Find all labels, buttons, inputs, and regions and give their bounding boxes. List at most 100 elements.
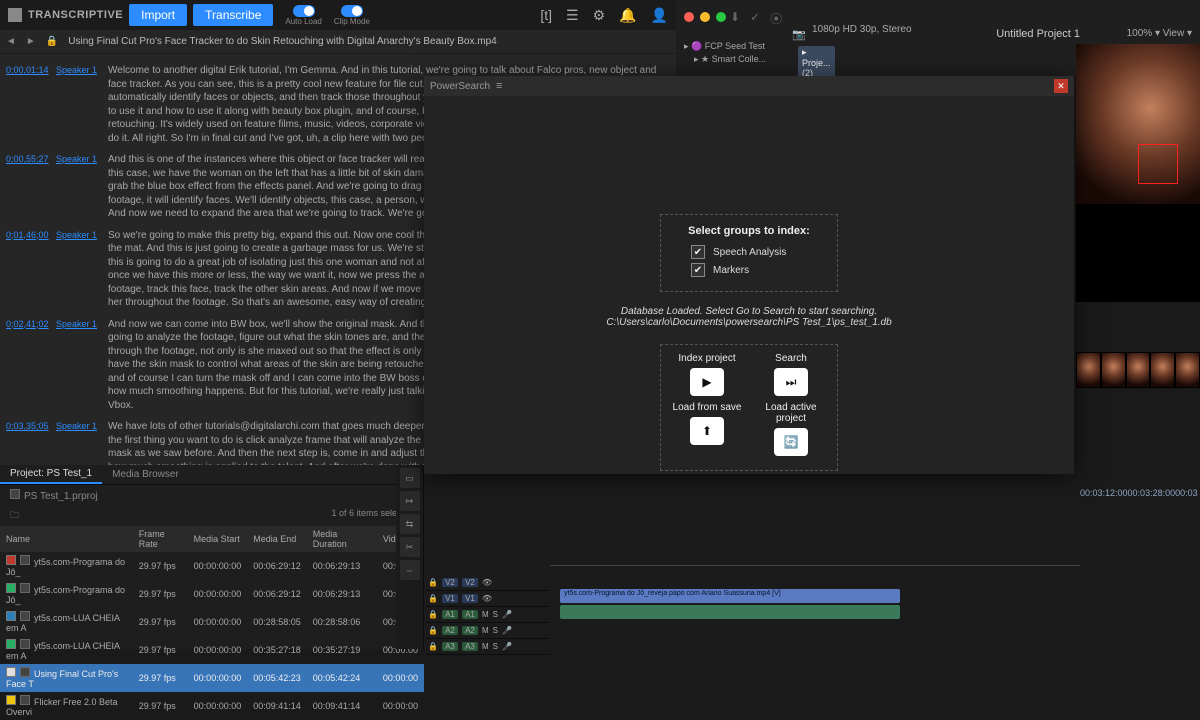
thumbnail[interactable]: [1126, 352, 1151, 388]
audio-clip[interactable]: [560, 605, 900, 619]
viewer-view-menu[interactable]: View ▾: [1163, 28, 1192, 39]
load-from-save-button[interactable]: ⬆: [690, 417, 724, 445]
viewer-title: Untitled Project 1: [996, 28, 1080, 40]
lock-icon[interactable]: 🔒: [428, 594, 438, 603]
keyword-icon[interactable]: ✓: [750, 10, 760, 27]
enhance-icon[interactable]: ⦿: [770, 10, 782, 27]
sidebar-item-smart: ▸ ★ Smart Colle...: [680, 53, 770, 66]
timecode[interactable]: 0;02,41;02: [4, 318, 56, 413]
markers-checkbox[interactable]: ✔Markers: [691, 263, 827, 277]
list-icon[interactable]: ☰: [566, 7, 579, 24]
thumbnail[interactable]: [1150, 352, 1175, 388]
bin-icon[interactable]: 🗀: [10, 508, 19, 524]
face-track-box[interactable]: [1138, 144, 1178, 184]
sidebar-item-project: ▸ Proje... (2): [798, 46, 835, 79]
ripple-tool-icon[interactable]: ⇆: [400, 514, 420, 534]
column-header[interactable]: Frame Rate: [133, 526, 188, 552]
gear-icon[interactable]: ⚙: [593, 7, 606, 24]
table-row[interactable]: yt5s.com-Programa do Jô_29.97 fps00:00:0…: [0, 552, 424, 580]
track-headers: 🔒V2V2👁🔒V1V1👁🔒A1A1MS🎤🔒A2A2MS🎤🔒A3A3MS🎤: [426, 575, 550, 655]
timeline-ruler[interactable]: [550, 565, 1080, 575]
import-button[interactable]: Import: [129, 4, 187, 26]
powersearch-titlebar[interactable]: PowerSearch ≡ ✕: [424, 76, 1074, 96]
selection-tool-icon[interactable]: ▭: [400, 468, 420, 488]
close-icon[interactable]: ✕: [1054, 79, 1068, 93]
thumbnail[interactable]: [1175, 352, 1200, 388]
filmstrip-thumbnails[interactable]: [1076, 352, 1200, 388]
table-row[interactable]: yt5s.com-Programa do Jô_29.97 fps00:00:0…: [0, 580, 424, 608]
lock-icon[interactable]: 🔒: [46, 36, 58, 47]
slip-tool-icon[interactable]: ⇔: [400, 560, 420, 580]
speaker-label[interactable]: Speaker 1: [56, 318, 108, 413]
search-button[interactable]: ⏭: [774, 368, 808, 396]
viewer-format-label: 1080p HD 30p, Stereo: [812, 24, 912, 35]
track-header[interactable]: 🔒A3A3MS🎤: [426, 639, 550, 655]
powersearch-status: Database Loaded. Select Go to Search to …: [424, 306, 1074, 328]
table-row[interactable]: Using Final Cut Pro's Face T29.97 fps00:…: [0, 664, 424, 692]
sidebar-item-library: ▸ 🟣 FCP Seed Test: [680, 40, 770, 53]
track-header[interactable]: 🔒V1V1👁: [426, 591, 550, 607]
load-active-button[interactable]: 🔄: [774, 428, 808, 456]
user-icon[interactable]: 👤: [651, 7, 668, 24]
fullscreen-window-icon[interactable]: [716, 12, 726, 22]
load-active-label: Load active project: [751, 402, 831, 424]
project-table[interactable]: NameFrame RateMedia StartMedia EndMedia …: [0, 526, 424, 720]
timecode[interactable]: 0;00,01;14: [4, 64, 56, 145]
column-header[interactable]: Media Start: [188, 526, 248, 552]
viewer-monitor[interactable]: [1076, 44, 1200, 302]
project-path: PS Test_1.prproj: [24, 491, 98, 502]
speaker-label[interactable]: Speaker 1: [56, 64, 108, 145]
bracket-icon[interactable]: [t]: [540, 7, 552, 24]
next-clip-icon[interactable]: ►: [26, 36, 36, 47]
lock-icon[interactable]: 🔒: [428, 610, 438, 619]
fcp-event-sidebar[interactable]: ▸ 🟣 FCP Seed Test ▸ ★ Smart Colle... ▸ P…: [680, 40, 770, 66]
speech-analysis-checkbox[interactable]: ✔Speech Analysis: [691, 245, 827, 259]
track-header[interactable]: 🔒A1A1MS🎤: [426, 607, 550, 623]
monitor-video-frame: [1076, 44, 1200, 204]
load-from-save-label: Load from save: [673, 402, 742, 413]
table-row[interactable]: Flicker Free 2.0 Beta Overvi29.97 fps00:…: [0, 692, 424, 720]
close-window-icon[interactable]: [684, 12, 694, 22]
clipmode-toggle[interactable]: Clip Mode: [334, 5, 370, 26]
clip-filename: Using Final Cut Pro's Face Tracker to do…: [68, 36, 496, 47]
tab-media-browser[interactable]: Media Browser: [102, 466, 189, 483]
track-header[interactable]: 🔒A2A2MS🎤: [426, 623, 550, 639]
timecode[interactable]: 0;01,46;00: [4, 229, 56, 310]
column-header[interactable]: Media Duration: [307, 526, 377, 552]
timeline-tool-column: ▭ ↦ ⇆ ✂ ⇔: [396, 465, 424, 649]
premiere-timeline-panel: ▭ ↦ ⇆ ✂ ⇔ 🔒V2V2👁🔒V1V1👁🔒A1A1MS🎤🔒A2A2MS🎤🔒A…: [396, 465, 1080, 649]
lock-icon[interactable]: 🔒: [428, 578, 438, 587]
column-header[interactable]: Name: [0, 526, 133, 552]
index-project-label: Index project: [678, 353, 735, 364]
import-media-icon[interactable]: ⬇: [730, 10, 740, 27]
bell-icon[interactable]: 🔔: [619, 7, 636, 24]
lock-icon[interactable]: 🔒: [428, 642, 438, 651]
timecode[interactable]: 0;00,55;27: [4, 153, 56, 221]
index-groups-title: Select groups to index:: [671, 225, 827, 237]
index-project-button[interactable]: ▶: [690, 368, 724, 396]
thumbnail[interactable]: [1076, 352, 1101, 388]
track-tool-icon[interactable]: ↦: [400, 491, 420, 511]
transcribe-button[interactable]: Transcribe: [193, 4, 273, 26]
timeline-timecodes: 00:03:12:0000:03:28:0000:03: [1076, 488, 1200, 498]
track-header[interactable]: 🔒V2V2👁: [426, 575, 550, 591]
file-bar: ◄ ► 🔒 Using Final Cut Pro's Face Tracker…: [0, 30, 676, 54]
minimize-window-icon[interactable]: [700, 12, 710, 22]
speaker-label[interactable]: Speaker 1: [56, 229, 108, 310]
thumbnail[interactable]: [1101, 352, 1126, 388]
tab-project[interactable]: Project: PS Test_1: [0, 465, 102, 484]
lock-icon[interactable]: 🔒: [428, 626, 438, 635]
powersearch-menu-icon[interactable]: ≡: [496, 80, 502, 92]
autoload-toggle[interactable]: Auto Load: [285, 5, 321, 26]
viewer-zoom[interactable]: 100% ▾: [1127, 28, 1160, 39]
table-row[interactable]: yt5s.com-LUA CHEIA em A29.97 fps00:00:00…: [0, 608, 424, 636]
powersearch-title: PowerSearch: [430, 81, 490, 92]
index-groups-panel: Select groups to index: ✔Speech Analysis…: [660, 214, 838, 292]
powersearch-actions: Index project ▶ Search ⏭ Load from save …: [660, 344, 838, 471]
column-header[interactable]: Media End: [247, 526, 307, 552]
speaker-label[interactable]: Speaker 1: [56, 153, 108, 221]
prev-clip-icon[interactable]: ◄: [6, 36, 16, 47]
table-row[interactable]: yt5s.com-LUA CHEIA em A29.97 fps00:00:00…: [0, 636, 424, 664]
razor-tool-icon[interactable]: ✂: [400, 537, 420, 557]
video-clip[interactable]: yt5s.com-Programa do Jô_reveja papo com …: [560, 589, 900, 603]
